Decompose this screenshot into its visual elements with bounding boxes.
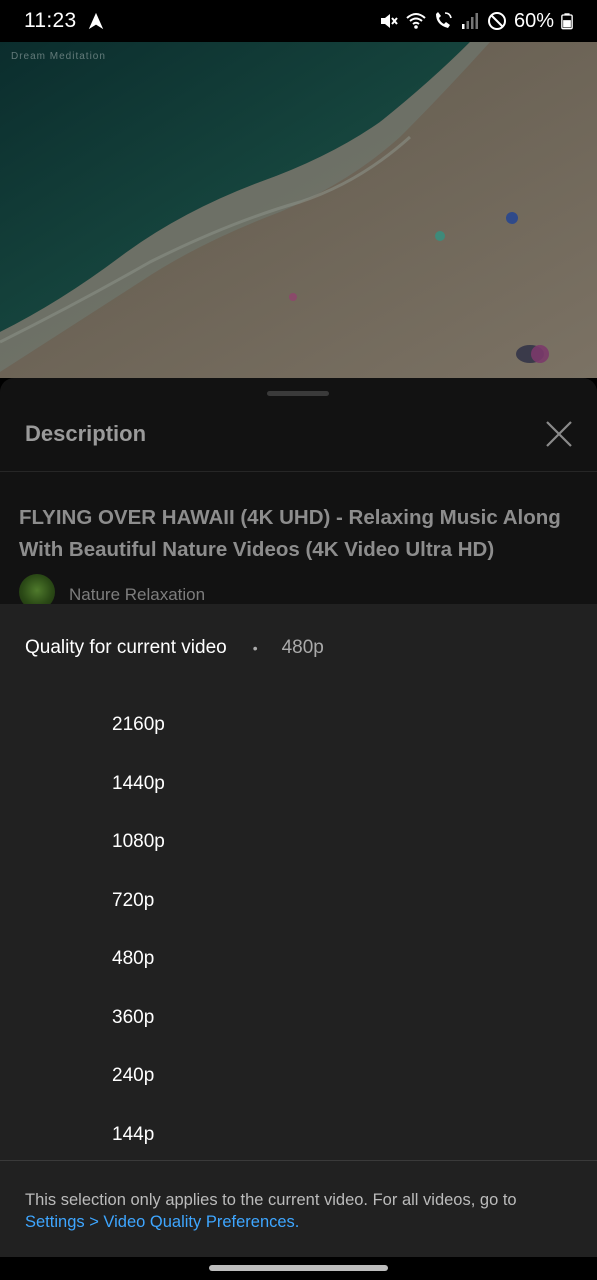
video-player[interactable]: Dream Meditation	[0, 42, 597, 378]
quality-sheet: Quality for current video • 480p 2160p 1…	[0, 604, 597, 1257]
video-quality-preferences-link[interactable]: Settings > Video Quality Preferences.	[25, 1211, 575, 1233]
quality-header-label: Quality for current video	[25, 637, 227, 658]
quality-footer-note: This selection only applies to the curre…	[25, 1189, 575, 1233]
navigation-icon	[88, 12, 103, 30]
video-watermark: Dream Meditation	[11, 51, 106, 62]
home-gesture-pill[interactable]	[209, 1265, 388, 1271]
drag-handle[interactable]	[267, 391, 329, 396]
separator-dot: •	[252, 640, 258, 656]
wifi-icon	[406, 13, 426, 29]
do-not-disturb-icon	[487, 12, 506, 30]
wifi-calling-icon	[435, 12, 452, 28]
quality-option-2160p[interactable]: 2160p	[0, 696, 597, 755]
quality-option-720p[interactable]: 720p	[0, 872, 597, 931]
quality-option-480p[interactable]: 480p	[0, 930, 597, 989]
quality-option-240p[interactable]: 240p	[0, 1047, 597, 1106]
quality-option-360p[interactable]: 360p	[0, 989, 597, 1048]
description-title: Description	[25, 421, 147, 446]
quality-options-list: 2160p 1440p 1080p 720p 480p 360p 240p 14…	[0, 696, 597, 1164]
status-icons: 60%	[379, 10, 573, 33]
video-title: FLYING OVER HAWAII (4K UHD) - Relaxing M…	[19, 506, 561, 561]
status-time: 11:23	[24, 9, 77, 32]
battery-icon	[561, 13, 573, 30]
channel-name[interactable]: Nature Relaxation	[69, 585, 205, 605]
current-quality: 480p	[281, 637, 324, 658]
quality-option-1440p[interactable]: 1440p	[0, 755, 597, 814]
close-icon[interactable]	[544, 419, 574, 449]
status-bar: 11:23 60%	[0, 0, 597, 42]
description-panel: Description FLYING OVER HAWAII (4K UHD) …	[0, 378, 597, 610]
battery-percent: 60%	[513, 9, 554, 32]
quality-option-144p[interactable]: 144p	[0, 1106, 597, 1165]
divider	[0, 1160, 597, 1161]
quality-header: Quality for current video • 480p	[25, 637, 324, 659]
mute-icon	[380, 14, 398, 28]
divider	[0, 471, 597, 472]
quality-option-1080p[interactable]: 1080p	[0, 813, 597, 872]
footer-text: This selection only applies to the curre…	[25, 1191, 517, 1209]
video-frame	[0, 42, 597, 378]
navigation-bar	[0, 1257, 597, 1280]
signal-icon	[461, 13, 478, 29]
